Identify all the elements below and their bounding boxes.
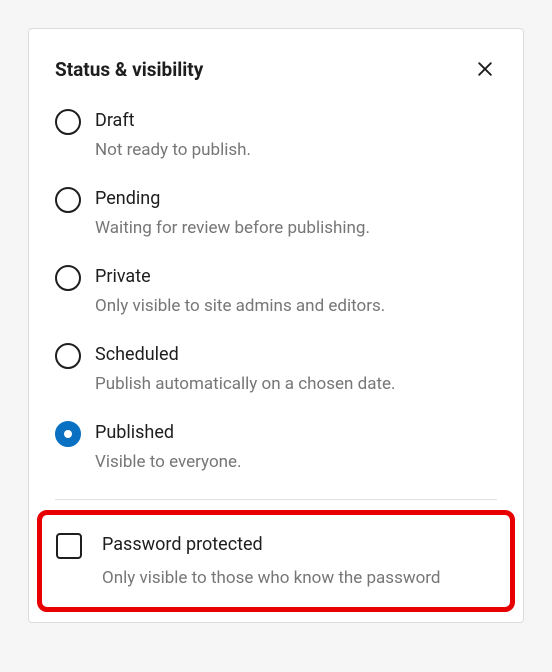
panel-header: Status & visibility	[55, 57, 497, 81]
option-label: Published	[95, 421, 497, 445]
option-pending[interactable]: Pending Waiting for review before publis…	[55, 187, 497, 239]
password-texts: Password protected Only visible to those…	[102, 533, 496, 589]
option-label: Private	[95, 265, 497, 289]
radio-private[interactable]	[55, 265, 81, 291]
option-desc: Publish automatically on a chosen date.	[95, 373, 497, 395]
password-checkbox[interactable]	[56, 533, 82, 559]
radio-published[interactable]	[55, 421, 81, 447]
radio-pending[interactable]	[55, 187, 81, 213]
option-published[interactable]: Published Visible to everyone.	[55, 421, 497, 473]
option-texts: Private Only visible to site admins and …	[95, 265, 497, 317]
option-desc: Visible to everyone.	[95, 451, 497, 473]
option-texts: Published Visible to everyone.	[95, 421, 497, 473]
close-button[interactable]	[473, 57, 497, 81]
option-draft[interactable]: Draft Not ready to publish.	[55, 109, 497, 161]
panel-title: Status & visibility	[55, 58, 203, 81]
divider	[55, 499, 497, 500]
option-label: Pending	[95, 187, 497, 211]
option-desc: Waiting for review before publishing.	[95, 217, 497, 239]
option-desc: Only visible to site admins and editors.	[95, 295, 497, 317]
option-texts: Pending Waiting for review before publis…	[95, 187, 497, 239]
radio-scheduled[interactable]	[55, 343, 81, 369]
status-option-list: Draft Not ready to publish. Pending Wait…	[55, 109, 497, 473]
option-scheduled[interactable]: Scheduled Publish automatically on a cho…	[55, 343, 497, 395]
option-texts: Draft Not ready to publish.	[95, 109, 497, 161]
password-section-highlight: Password protected Only visible to those…	[37, 510, 515, 612]
password-protected-option[interactable]: Password protected Only visible to those…	[56, 533, 496, 589]
close-icon	[475, 59, 495, 79]
password-label: Password protected	[102, 533, 496, 557]
password-desc: Only visible to those who know the passw…	[102, 567, 496, 589]
option-label: Draft	[95, 109, 497, 133]
status-visibility-panel: Status & visibility Draft Not ready to p…	[28, 28, 524, 623]
option-label: Scheduled	[95, 343, 497, 367]
radio-draft[interactable]	[55, 109, 81, 135]
option-private[interactable]: Private Only visible to site admins and …	[55, 265, 497, 317]
option-desc: Not ready to publish.	[95, 139, 497, 161]
option-texts: Scheduled Publish automatically on a cho…	[95, 343, 497, 395]
